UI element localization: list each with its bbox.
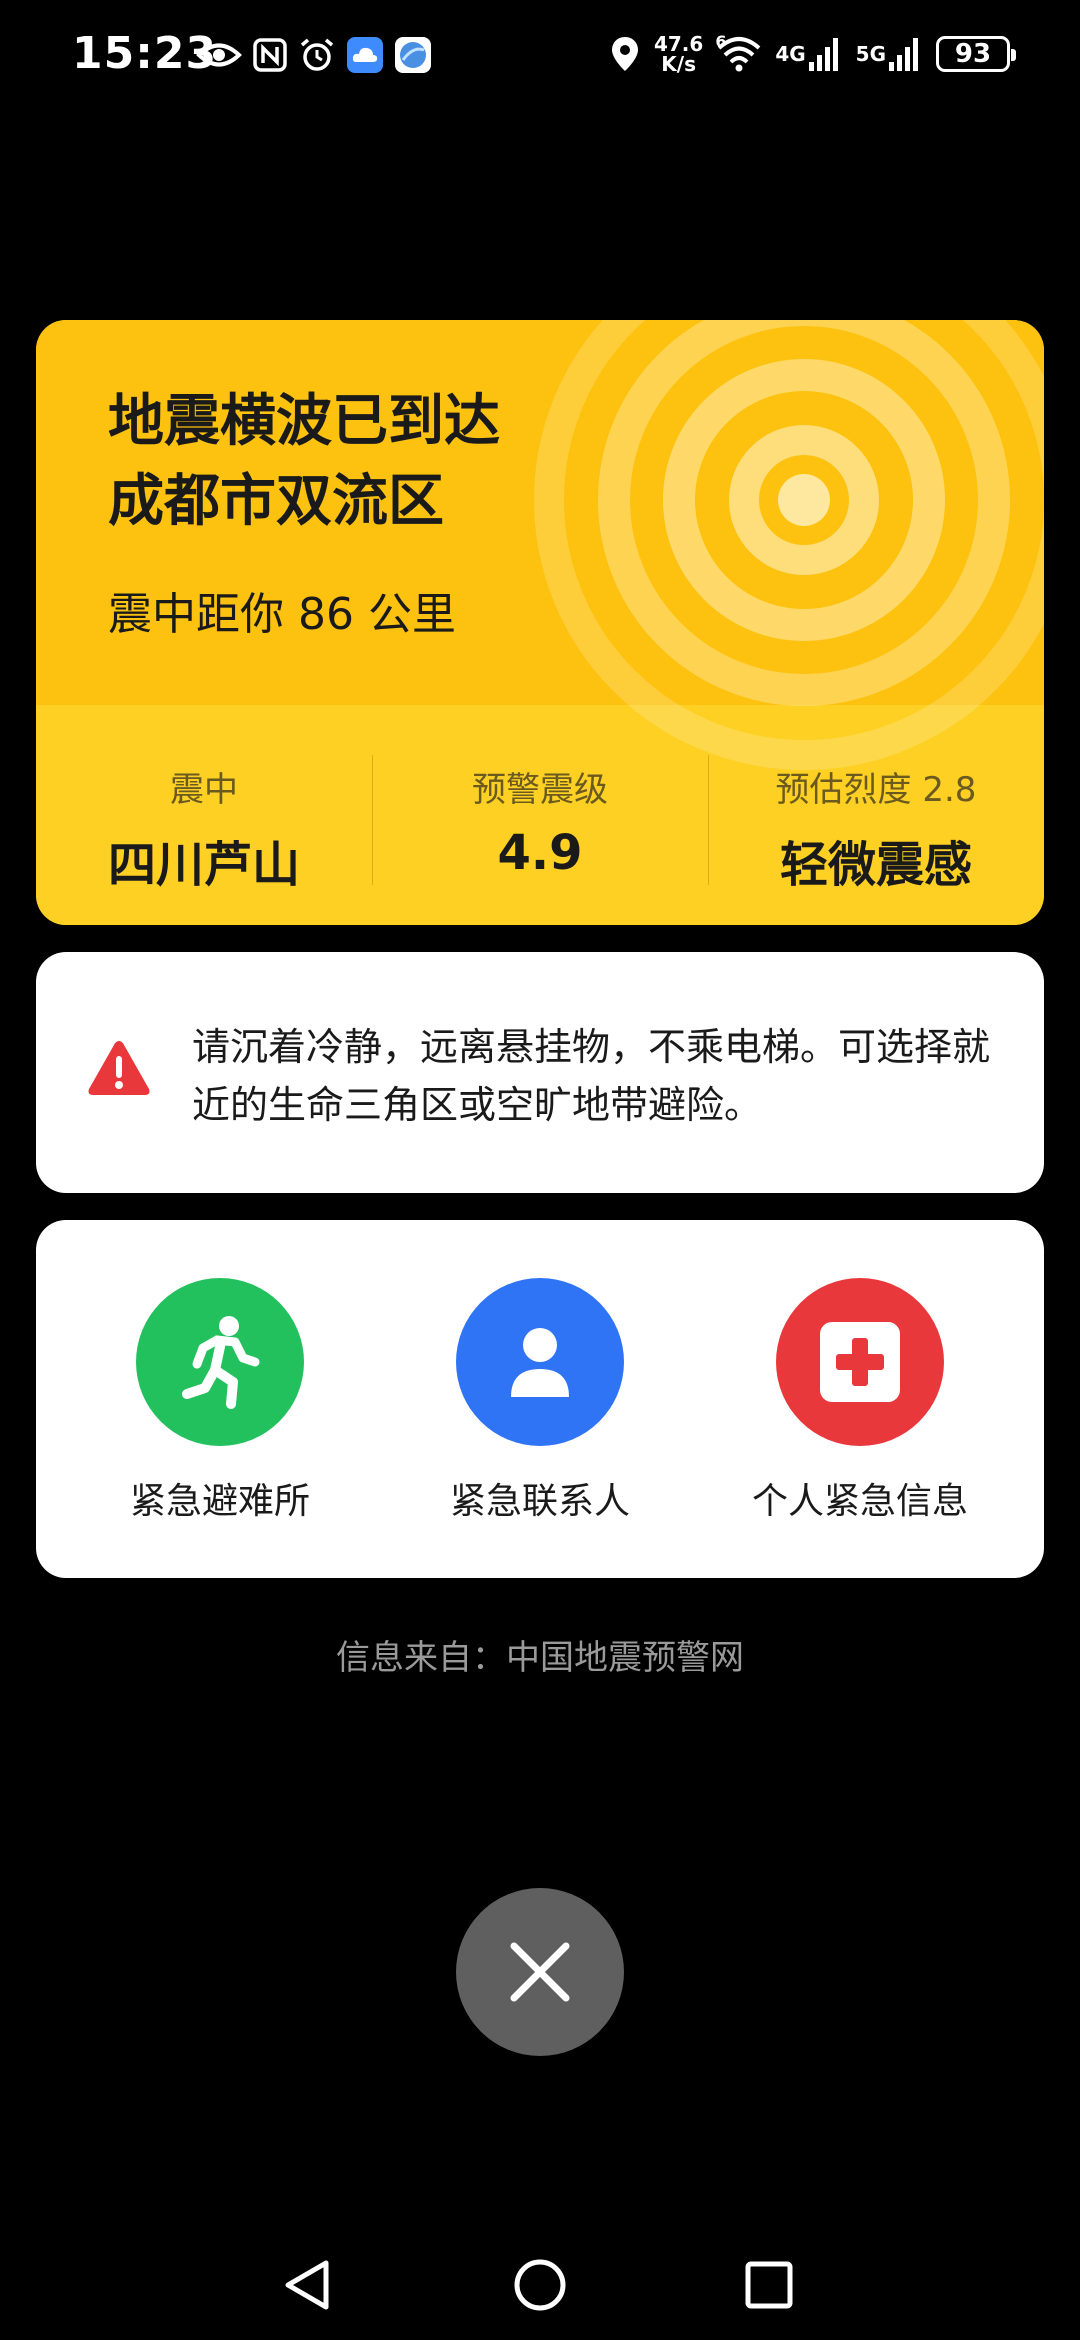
status-bar: 15:23 47.6 K/s 6 4G 5G 93 [0, 0, 1080, 120]
safety-tip-text: 请沉着冷静，远离悬挂物，不乘电梯。可选择就近的生命三角区或空旷地带避险。 [192, 1025, 991, 1127]
status-left-icons [196, 36, 432, 74]
emergency-contacts-button[interactable]: 紧急联系人 [380, 1278, 700, 1524]
emergency-shelter-button[interactable]: 紧急避难所 [60, 1278, 380, 1524]
stat-label: 预警震级 [472, 770, 608, 810]
stat-epicenter: 震中 四川芦山 [36, 705, 372, 925]
emergency-actions-card: 紧急避难所 紧急联系人 个人紧急信息 [36, 1220, 1044, 1578]
headline-line-1: 地震横波已到达 [108, 389, 500, 454]
alarm-icon [298, 36, 336, 74]
recents-square-icon [745, 2261, 793, 2309]
earthquake-alert-card: 地震横波已到达 成都市双流区 震中距你 86 公里 震中 四川芦山 预警震级 4… [36, 320, 1044, 925]
eye-icon [196, 40, 242, 70]
home-circle-icon [514, 2259, 566, 2311]
action-label: 紧急联系人 [449, 1481, 630, 1522]
action-label: 紧急避难所 [129, 1481, 310, 1522]
browser-app-icon [394, 36, 432, 74]
alert-headline: 地震横波已到达 成都市双流区 [108, 382, 668, 542]
cellular-signal-4g-icon: 4G [775, 36, 841, 72]
stat-intensity: 预估烈度 2.8 轻微震感 [708, 705, 1044, 925]
action-label: 个人紧急信息 [751, 1481, 968, 1522]
stat-value: 轻微震感 [779, 837, 972, 893]
cellular-signal-5g-icon: 5G [856, 36, 922, 72]
close-button[interactable] [456, 1888, 624, 2056]
system-nav-bar [0, 2230, 1080, 2340]
wifi-icon: 6 [715, 32, 761, 72]
battery-indicator: 93 [936, 36, 1016, 72]
personal-emergency-info-button[interactable]: 个人紧急信息 [700, 1278, 1020, 1524]
nav-recents-button[interactable] [734, 2250, 804, 2320]
alert-stats: 震中 四川芦山 预警震级 4.9 预估烈度 2.8 轻微震感 [36, 705, 1044, 925]
nfc-icon [252, 37, 288, 73]
close-icon [510, 1942, 570, 2002]
headline-line-2: 成都市双流区 [108, 469, 444, 534]
stat-label: 震中 [170, 770, 238, 810]
warning-icon [88, 1041, 150, 1095]
network-speed: 47.6 K/s [653, 32, 704, 76]
stat-label: 预估烈度 2.8 [775, 770, 977, 810]
status-right-icons: 47.6 K/s 6 4G 5G 93 [610, 32, 1016, 76]
stat-value: 4.9 [497, 825, 583, 881]
nav-back-button[interactable] [272, 2250, 342, 2320]
back-triangle-icon [285, 2260, 329, 2310]
stat-magnitude: 预警震级 4.9 [372, 705, 708, 925]
safety-tip-card: 请沉着冷静，远离悬挂物，不乘电梯。可选择就近的生命三角区或空旷地带避险。 [36, 952, 1044, 1193]
cloud-app-icon [346, 36, 384, 74]
location-icon [610, 35, 640, 73]
info-source: 信息来自：中国地震预警网 [336, 1638, 744, 1678]
contact-person-icon[interactable] [456, 1278, 624, 1446]
running-person-icon[interactable] [136, 1278, 304, 1446]
nav-home-button[interactable] [505, 2250, 575, 2320]
epicenter-distance: 震中距你 86 公里 [108, 589, 456, 640]
stat-value: 四川芦山 [107, 837, 300, 893]
medical-cross-icon[interactable] [776, 1278, 944, 1446]
